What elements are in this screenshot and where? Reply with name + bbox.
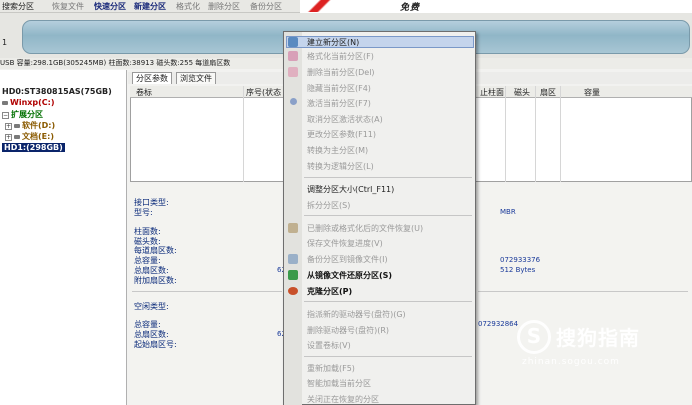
menu-item-convert-primary[interactable]: 转换为主分区(M): [307, 145, 368, 156]
value-total-bytes: 072933376: [500, 256, 541, 264]
menu-item-remove-letter[interactable]: 删除驱动器号(盘符)(R): [307, 325, 389, 336]
expand-toggle-icon[interactable]: +: [5, 123, 12, 130]
menu-item-set-label[interactable]: 设置卷标(V): [307, 340, 351, 351]
label-start-sector: 起始扇区号:: [134, 340, 177, 349]
column-end-cylinder[interactable]: 止柱面: [480, 87, 504, 98]
menu-item-recover-files[interactable]: 已删除或格式化后的文件恢复(U): [307, 223, 423, 234]
tree-item-hd1[interactable]: HD1:(298GB): [2, 143, 65, 152]
menu-separator: [304, 177, 472, 178]
tree-item-hd0[interactable]: HD0:ST380815AS(75GB): [2, 87, 112, 96]
tree-item-software-label: 软件(D:): [22, 121, 56, 130]
tree-item-documents-label: 文档(E:): [22, 132, 54, 141]
column-capacity[interactable]: 容量: [584, 87, 600, 98]
menu-separator: [304, 215, 472, 216]
menu-item-resize[interactable]: 调整分区大小(Ctrl_F11): [307, 184, 394, 195]
toolbar-format[interactable]: 格式化: [176, 1, 200, 12]
menu-item-activate[interactable]: 激活当前分区(F7): [307, 98, 371, 109]
menu-item-clone[interactable]: 克隆分区(P): [307, 286, 352, 297]
menu-item-close-recovering[interactable]: 关闭正在恢复的分区: [307, 394, 379, 405]
new-partition-icon: [288, 37, 298, 47]
menu-item-save-progress[interactable]: 保存文件恢复进度(V): [307, 238, 383, 249]
menu-item-hide[interactable]: 隐藏当前分区(F4): [307, 83, 371, 94]
column-seq-status[interactable]: 序号(状态: [246, 87, 281, 98]
menu-item-convert-logical[interactable]: 转换为逻辑分区(L): [307, 161, 374, 172]
partition-icon: [2, 101, 8, 105]
menu-item-assign-letter[interactable]: 指派新的驱动器号(盘符)(G): [307, 309, 406, 320]
column-volume-label[interactable]: 卷标: [136, 87, 152, 98]
tree-item-extended[interactable]: − 扩展分区: [2, 109, 43, 120]
toolbar-quick-partition[interactable]: 快速分区: [94, 1, 126, 12]
label-extra-sectors: 附加扇区数:: [134, 276, 177, 285]
menu-item-backup-image[interactable]: 备份分区到镜像文件(I): [307, 254, 388, 265]
format-icon: [288, 51, 298, 61]
toolbar-search-partition[interactable]: 搜索分区: [2, 1, 34, 12]
tree-item-extended-label: 扩展分区: [11, 110, 43, 119]
value-mbr: MBR: [500, 208, 516, 216]
tab-browse-files[interactable]: 浏览文件: [176, 72, 216, 84]
divider: [132, 291, 282, 292]
backup-icon: [288, 254, 298, 264]
recover-icon: [288, 223, 298, 233]
restore-icon: [288, 270, 298, 280]
menu-item-delete[interactable]: 删除当前分区(Del): [307, 67, 375, 78]
disk-number: 1: [2, 38, 8, 47]
column-divider: [560, 86, 561, 182]
partition-icon: [14, 124, 20, 128]
tree-item-documents[interactable]: + 文档(E:): [5, 131, 54, 142]
tree-item-winxp-label: Winxp(C:): [10, 98, 55, 107]
column-head[interactable]: 磁头: [514, 87, 530, 98]
partition-icon: [14, 135, 20, 139]
collapse-toggle-icon[interactable]: −: [2, 112, 9, 119]
toolbar-new-partition[interactable]: 新建分区: [134, 1, 166, 12]
tree-item-hd1-label: HD1:(298GB): [2, 143, 65, 152]
tree-item-software[interactable]: + 软件(D:): [5, 120, 55, 131]
menu-item-change-params[interactable]: 更改分区参数(F11): [307, 129, 376, 140]
menu-item-reload[interactable]: 重新加载(F5): [307, 363, 355, 374]
column-divider: [243, 86, 244, 182]
sogou-logo-icon: S: [517, 320, 551, 354]
activate-icon: [290, 98, 297, 105]
tab-partition-params[interactable]: 分区参数: [132, 72, 172, 84]
column-divider: [535, 86, 536, 182]
divider: [478, 291, 688, 292]
context-menu-icon-gutter: [284, 32, 302, 405]
expand-toggle-icon[interactable]: +: [5, 134, 12, 141]
menu-separator: [304, 356, 472, 357]
toolbar-backup-partition[interactable]: 备份分区: [250, 1, 282, 12]
watermark-text: 搜狗指南: [556, 326, 640, 350]
menu-item-smart-load[interactable]: 智能加载当前分区: [307, 378, 371, 389]
disk-tree: HD0:ST380815AS(75GB) Winxp(C:) − 扩展分区 + 软件…: [0, 70, 127, 405]
column-divider: [505, 86, 506, 182]
column-sector[interactable]: 扇区: [540, 87, 556, 98]
menu-item-deactivate[interactable]: 取消分区激活状态(A): [307, 114, 383, 125]
tree-item-winxp[interactable]: Winxp(C:): [2, 98, 55, 107]
menu-separator: [304, 301, 472, 302]
toolbar-delete-partition[interactable]: 删除分区: [208, 1, 240, 12]
value-bytes: 512 Bytes: [500, 266, 536, 274]
menu-item-split[interactable]: 拆分分区(S): [307, 200, 350, 211]
menu-item-create-partition[interactable]: 建立新分区(N): [286, 36, 474, 48]
watermark-url: zhinan.sogou.com: [522, 357, 620, 367]
banner-text: 免费: [400, 3, 421, 13]
label-model: 型号:: [134, 208, 153, 217]
toolbar-recover-files[interactable]: 恢复文件: [52, 1, 84, 12]
banner-logo: [300, 0, 336, 12]
delete-icon: [288, 67, 298, 77]
label-free-type: 空闲类型:: [134, 302, 169, 311]
menu-item-format[interactable]: 格式化当前分区(F): [307, 51, 374, 62]
clone-icon: [288, 287, 298, 295]
value-sector-2: 072932864: [478, 320, 519, 328]
menu-item-restore-image[interactable]: 从镜像文件还原分区(S): [307, 270, 392, 281]
